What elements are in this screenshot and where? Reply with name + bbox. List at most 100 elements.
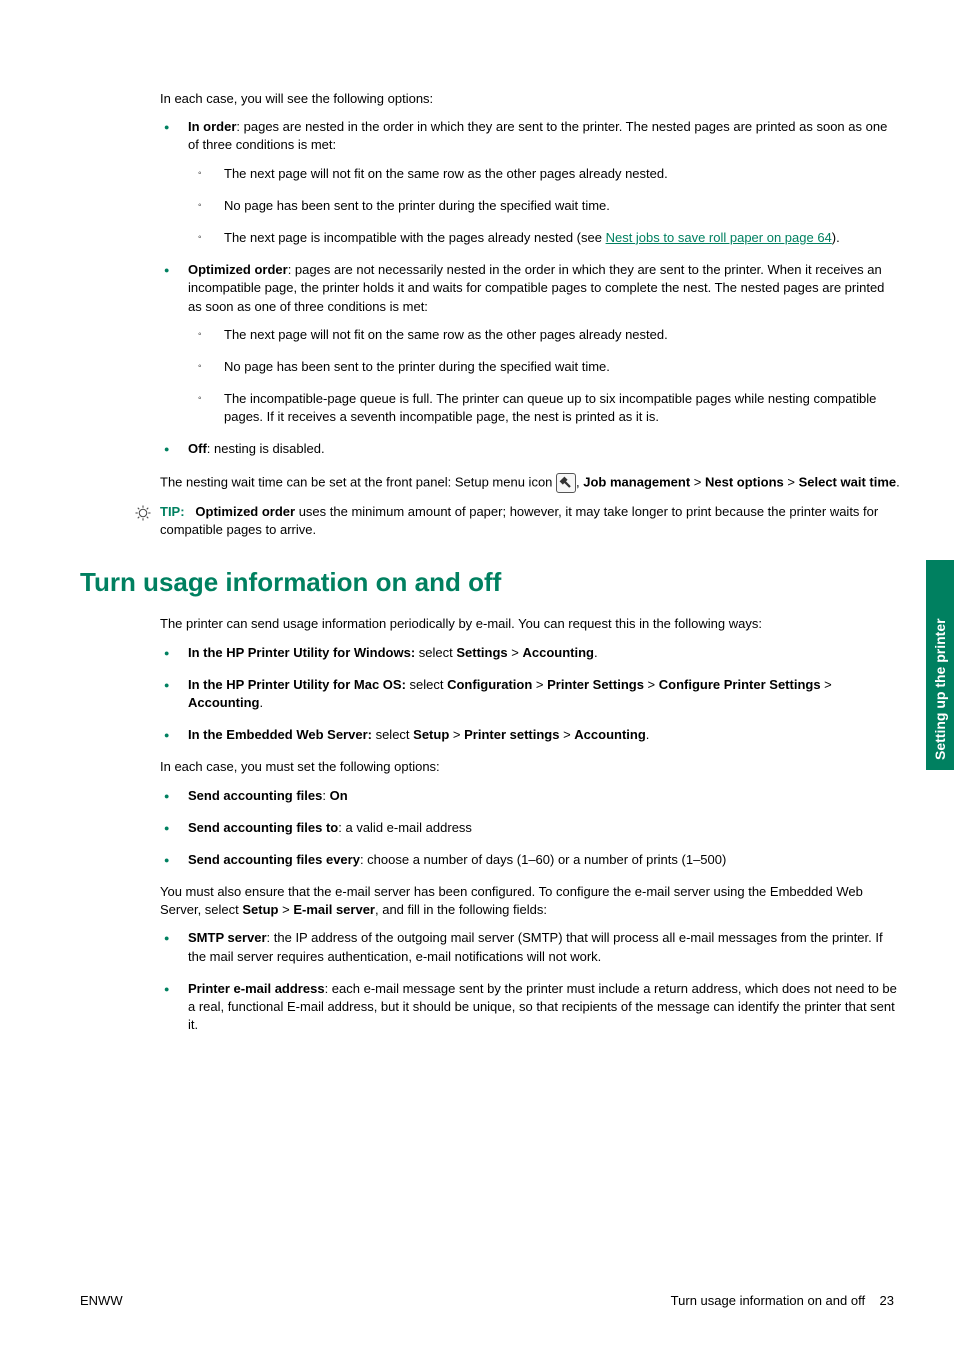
item-text: No page has been sent to the printer dur… <box>224 359 610 374</box>
list-item: No page has been sent to the printer dur… <box>194 358 900 376</box>
item-bold: Send accounting files every <box>188 852 360 867</box>
fields-list: SMTP server: the IP address of the outgo… <box>160 929 900 1034</box>
item-bold: In the Embedded Web Server: <box>188 727 372 742</box>
item-bold: Printer Settings <box>547 677 644 692</box>
list-item: In the HP Printer Utility for Mac OS: se… <box>160 676 900 712</box>
item-bold: Setup <box>413 727 449 742</box>
list-item: Send accounting files: On <box>160 787 900 805</box>
text: . <box>896 474 900 489</box>
sub-list: The next page will not fit on the same r… <box>188 165 900 248</box>
tip-label: TIP: <box>160 504 185 519</box>
tip-text: TIP: Optimized order uses the minimum am… <box>160 503 900 539</box>
item-bold: Accounting <box>522 645 594 660</box>
text: , and fill in the following fields: <box>375 902 547 917</box>
item-text: ). <box>832 230 840 245</box>
tip-block: TIP: Optimized order uses the minimum am… <box>134 503 900 539</box>
list-item: The next page will not fit on the same r… <box>194 326 900 344</box>
item-text: : the IP address of the outgoing mail se… <box>188 930 883 963</box>
item-label: Optimized order <box>188 262 288 277</box>
item-bold: Printer e-mail address <box>188 981 325 996</box>
list-item: No page has been sent to the printer dur… <box>194 197 900 215</box>
item-text: : choose a number of days (1–60) or a nu… <box>360 852 726 867</box>
item-bold: Printer settings <box>464 727 559 742</box>
list-item: Printer e-mail address: each e-mail mess… <box>160 980 900 1035</box>
text: The nesting wait time can be set at the … <box>160 474 552 489</box>
footer-left: ENWW <box>80 1293 123 1308</box>
item-bold: Accounting <box>188 695 260 710</box>
menu-path: Select wait time <box>799 474 897 489</box>
side-tab-label: Setting up the printer <box>932 560 948 760</box>
list-item: Off: nesting is disabled. <box>160 440 900 458</box>
item-bold: Settings <box>456 645 507 660</box>
setup-menu-icon <box>556 473 576 493</box>
item-text: : pages are not necessarily nested in th… <box>188 262 884 313</box>
sep: > <box>690 474 705 489</box>
item-label: Off <box>188 441 207 456</box>
item-text: No page has been sent to the printer dur… <box>224 198 610 213</box>
section-heading: Turn usage information on and off <box>80 564 900 600</box>
page-number: 23 <box>880 1293 894 1308</box>
item-text: > <box>821 677 832 692</box>
tip-icon <box>134 504 158 522</box>
item-text: The incompatible-page queue is full. The… <box>224 391 876 424</box>
item-text: select <box>372 727 413 742</box>
menu-path: E-mail server <box>293 902 375 917</box>
item-text: . <box>646 727 650 742</box>
item-bold: Send accounting files <box>188 788 322 803</box>
item-text: > <box>559 727 574 742</box>
list-item: Optimized order: pages are not necessari… <box>160 261 900 426</box>
item-text: : <box>322 788 329 803</box>
section-mid: In each case, you must set the following… <box>160 758 900 776</box>
item-text: : nesting is disabled. <box>207 441 325 456</box>
content-area: In each case, you will see the following… <box>160 90 900 1034</box>
item-text: The next page will not fit on the same r… <box>224 166 668 181</box>
item-bold: Accounting <box>574 727 646 742</box>
item-bold: On <box>330 788 348 803</box>
item-text: > <box>508 645 523 660</box>
nesting-wait-line: The nesting wait time can be set at the … <box>160 473 900 493</box>
menu-path: Setup <box>242 902 278 917</box>
item-text: > <box>449 727 464 742</box>
list-item: The next page will not fit on the same r… <box>194 165 900 183</box>
item-text: select <box>406 677 447 692</box>
ways-list: In the HP Printer Utility for Windows: s… <box>160 644 900 745</box>
list-item: SMTP server: the IP address of the outgo… <box>160 929 900 965</box>
item-text: . <box>594 645 598 660</box>
list-item: In order: pages are nested in the order … <box>160 118 900 247</box>
item-label: In order <box>188 119 236 134</box>
tip-bold: Optimized order <box>195 504 295 519</box>
intro-text: In each case, you will see the following… <box>160 90 900 108</box>
item-bold: SMTP server <box>188 930 267 945</box>
page: Setting up the printer In each case, you… <box>0 0 954 1350</box>
list-item: The next page is incompatible with the p… <box>194 229 900 247</box>
item-bold: Send accounting files to <box>188 820 338 835</box>
section-intro: The printer can send usage information p… <box>160 615 900 633</box>
list-item: In the HP Printer Utility for Windows: s… <box>160 644 900 662</box>
side-tab: Setting up the printer <box>926 560 954 770</box>
sep: > <box>784 474 799 489</box>
item-text: > <box>532 677 547 692</box>
footer-right-text: Turn usage information on and off <box>671 1293 865 1308</box>
options-list: In order: pages are nested in the order … <box>160 118 900 458</box>
footer-right: Turn usage information on and off 23 <box>671 1293 894 1308</box>
item-text: The next page will not fit on the same r… <box>224 327 668 342</box>
list-item: The incompatible-page queue is full. The… <box>194 390 900 426</box>
menu-path: Job management <box>583 474 690 489</box>
sub-list: The next page will not fit on the same r… <box>188 326 900 427</box>
item-text: . <box>260 695 264 710</box>
item-text: : a valid e-mail address <box>338 820 472 835</box>
email-server-paragraph: You must also ensure that the e-mail ser… <box>160 883 900 919</box>
item-text: > <box>644 677 659 692</box>
list-item: Send accounting files to: a valid e-mail… <box>160 819 900 837</box>
item-bold: Configuration <box>447 677 532 692</box>
item-bold: In the HP Printer Utility for Mac OS: <box>188 677 406 692</box>
list-item: Send accounting files every: choose a nu… <box>160 851 900 869</box>
item-bold: In the HP Printer Utility for Windows: <box>188 645 415 660</box>
menu-path: Nest options <box>705 474 784 489</box>
cross-reference-link[interactable]: Nest jobs to save roll paper on page 64 <box>606 230 832 245</box>
options-list2: Send accounting files: OnSend accounting… <box>160 787 900 870</box>
item-text: The next page is incompatible with the p… <box>224 230 606 245</box>
item-text: select <box>415 645 456 660</box>
sep: > <box>279 902 294 917</box>
item-text: : pages are nested in the order in which… <box>188 119 887 152</box>
